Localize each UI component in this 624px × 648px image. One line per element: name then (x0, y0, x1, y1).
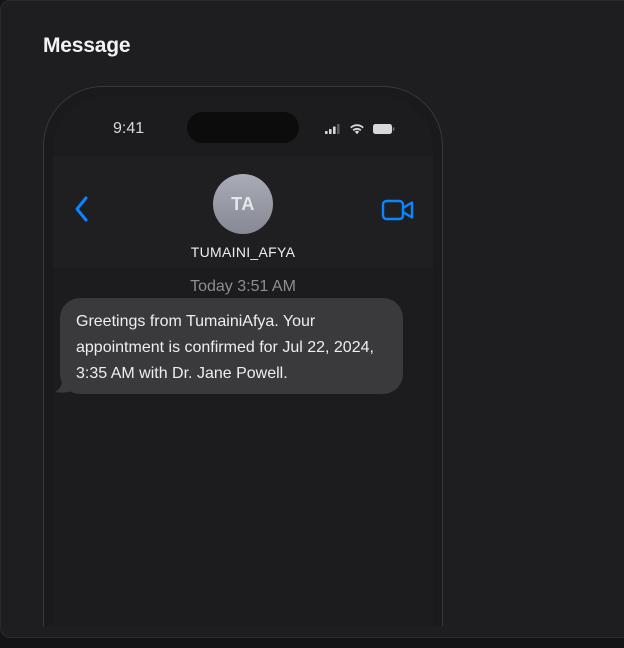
message-preview-panel: Message 9:41 TA TUMAINI_AFYA Today 3:51 … (0, 0, 624, 638)
dynamic-island (187, 112, 299, 143)
contact-name: TUMAINI_AFYA (190, 244, 296, 260)
avatar-initials: TA (231, 193, 255, 214)
phone-screen: 9:41 TA TUMAINI_AFYA Today 3:51 AM Greet… (53, 96, 433, 626)
contact-avatar[interactable]: TA (213, 174, 273, 234)
phone-mockup: 9:41 TA TUMAINI_AFYA Today 3:51 AM Greet… (43, 86, 443, 626)
message-timestamp: Today 3:51 AM (190, 278, 296, 295)
message-text: Greetings from TumainiAfya. Your appoint… (76, 313, 374, 382)
status-time: 9:41 (113, 120, 145, 137)
cellular-signal-icon (325, 124, 340, 134)
status-bar: 9:41 (53, 96, 433, 156)
video-camera-icon[interactable] (381, 198, 415, 222)
panel-title: Message (43, 34, 131, 57)
chevron-left-icon[interactable] (71, 194, 95, 224)
conversation-header: TA TUMAINI_AFYA (53, 156, 433, 268)
message-bubble: Greetings from TumainiAfya. Your appoint… (60, 298, 403, 394)
battery-icon (373, 124, 395, 134)
status-icons (325, 122, 395, 136)
wifi-icon (350, 124, 364, 135)
